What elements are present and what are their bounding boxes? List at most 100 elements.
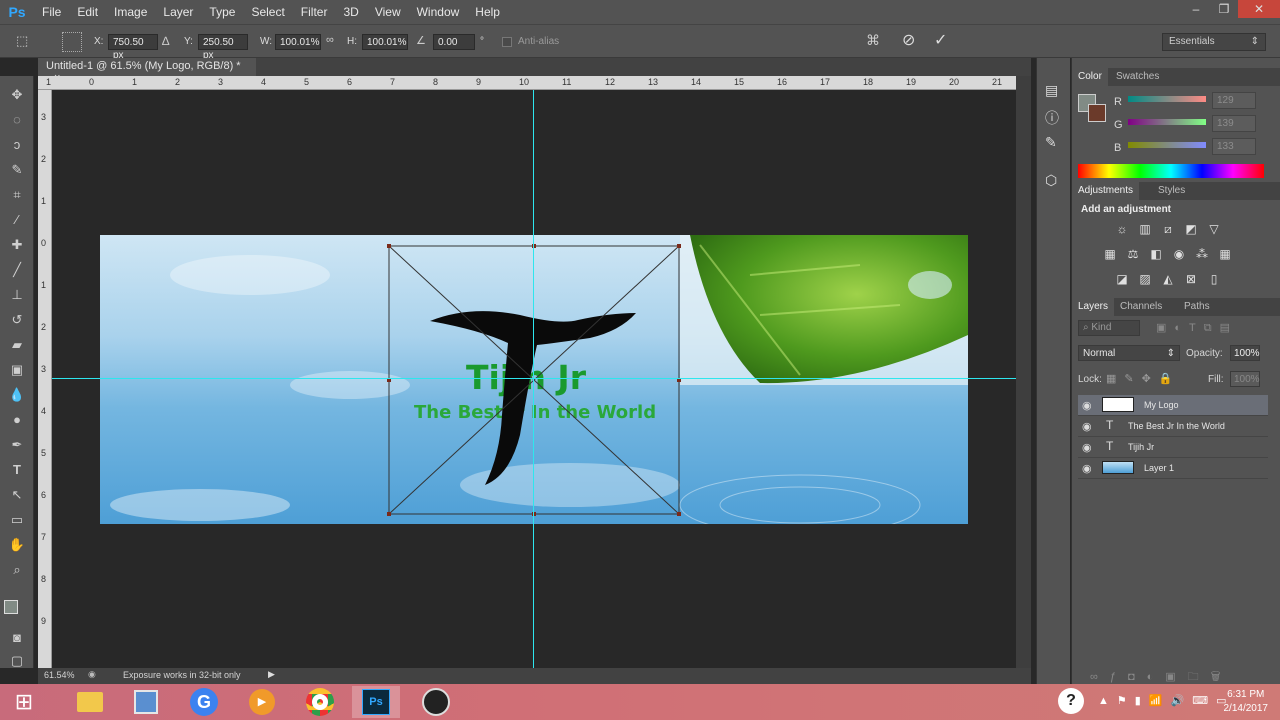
tab-adjustments[interactable]: Adjustments (1072, 182, 1140, 200)
menu-3d[interactable]: 3D (335, 0, 366, 24)
x-field[interactable]: 750.50 px (108, 34, 158, 61)
menu-view[interactable]: View (367, 0, 409, 24)
dodge-tool-icon[interactable]: ● (7, 411, 27, 429)
color-lookup-icon[interactable]: ▦ (1217, 247, 1233, 261)
move-tool-icon[interactable]: ✥ (7, 86, 27, 104)
commit-transform-icon[interactable]: ✓ (934, 30, 947, 50)
channel-b-slider[interactable] (1128, 142, 1206, 148)
threshold-icon[interactable]: ◭ (1160, 272, 1176, 286)
y-field[interactable]: 250.50 px (198, 34, 248, 61)
blend-mode-select[interactable]: Normal ⇕ (1078, 345, 1180, 361)
menu-layer[interactable]: Layer (155, 0, 201, 24)
3d-panel-icon[interactable]: ⬡ (1045, 172, 1057, 189)
color-balance-icon[interactable]: ⚖ (1125, 247, 1141, 261)
help-icon[interactable]: ? (1058, 688, 1084, 714)
brush-tool-icon[interactable]: ╱ (7, 261, 27, 279)
menu-type[interactable]: Type (201, 0, 243, 24)
history-panel-icon[interactable]: ▤ (1045, 82, 1058, 99)
layer-row-title[interactable]: ◉ T Tijih Jr (1078, 437, 1268, 458)
marquee-tool-icon[interactable]: ◌ (7, 111, 27, 129)
restore-button[interactable]: ❐ (1210, 0, 1238, 18)
channel-r-value[interactable]: 129 (1212, 92, 1256, 109)
tab-color[interactable]: Color (1072, 68, 1108, 86)
transform-tool-icon[interactable]: ⬚ (16, 33, 28, 49)
eye-icon[interactable]: ◉ (1082, 420, 1092, 433)
width-field[interactable]: 100.01% (275, 34, 321, 50)
black-white-icon[interactable]: ◧ (1148, 247, 1164, 261)
tab-paths[interactable]: Paths (1178, 298, 1216, 316)
workspace-select[interactable]: Essentials ⇕ (1162, 33, 1266, 51)
channel-r-slider[interactable] (1128, 96, 1206, 102)
pen-tool-icon[interactable]: ✒ (7, 436, 27, 454)
canvas-scrollbar[interactable] (1016, 76, 1031, 668)
info-panel-icon[interactable]: ⓘ (1045, 108, 1059, 128)
close-button[interactable]: ✕ (1238, 0, 1280, 18)
channel-mixer-icon[interactable]: ⁂ (1194, 247, 1210, 261)
height-field[interactable]: 100.01% (362, 34, 408, 50)
brush-panel-icon[interactable]: ✎ (1045, 134, 1057, 151)
status-arrow-icon[interactable]: ▶ (268, 669, 275, 680)
lasso-tool-icon[interactable]: ↄ (7, 136, 27, 154)
tab-swatches[interactable]: Swatches (1110, 68, 1165, 86)
gradient-tool-icon[interactable]: ▣ (7, 361, 27, 379)
eraser-tool-icon[interactable]: ▰ (7, 336, 27, 354)
google-icon[interactable]: G (180, 686, 228, 718)
minimize-button[interactable]: – (1182, 0, 1210, 18)
layer-filter-icons[interactable]: ▣◐T⧉▤ (1156, 321, 1238, 335)
color-spectrum-ramp[interactable] (1078, 164, 1264, 178)
eye-icon[interactable]: ◉ (1082, 441, 1092, 454)
eye-icon[interactable]: ◉ (1082, 462, 1092, 475)
lock-icons[interactable]: ▦✎✥🔒 (1106, 372, 1181, 385)
cancel-transform-icon[interactable]: ⊘ (902, 30, 915, 50)
antialias-checkbox[interactable] (502, 37, 512, 47)
status-info-icon[interactable]: ◉ (88, 669, 96, 680)
color-background-swatch[interactable] (1088, 104, 1106, 122)
blur-tool-icon[interactable]: 💧 (7, 386, 27, 404)
menu-select[interactable]: Select (243, 0, 292, 24)
selective-color-icon[interactable]: ▯ (1206, 272, 1222, 286)
quick-select-tool-icon[interactable]: ✎ (7, 161, 27, 179)
document-tab[interactable]: Untitled-1 @ 61.5% (My Logo, RGB/8) * × (38, 58, 256, 84)
tab-channels[interactable]: Channels (1114, 298, 1168, 316)
layer-row-layer-1[interactable]: ◉ Layer 1 (1078, 458, 1268, 479)
shape-tool-icon[interactable]: ▭ (7, 511, 27, 529)
hand-tool-icon[interactable]: ✋ (7, 536, 27, 554)
menu-filter[interactable]: Filter (293, 0, 336, 24)
document-canvas[interactable]: Tijih Jr The Best Jr In the World (100, 235, 968, 524)
start-button[interactable]: ⊞ (0, 686, 48, 718)
delta-icon[interactable]: ∆ (162, 34, 169, 48)
history-brush-tool-icon[interactable]: ↺ (7, 311, 27, 329)
obs-icon[interactable] (412, 686, 460, 718)
link-icon[interactable]: ∞ (326, 34, 334, 46)
fill-field[interactable]: 100% (1230, 371, 1260, 387)
channel-g-value[interactable]: 139 (1212, 115, 1256, 132)
media-player-icon[interactable]: ▶ (238, 686, 286, 718)
type-tool-icon[interactable]: T (7, 461, 27, 479)
eyedropper-tool-icon[interactable]: ⁄ (7, 211, 27, 229)
menu-window[interactable]: Window (409, 0, 468, 24)
zoom-level[interactable]: 61.54% (44, 670, 75, 680)
menu-image[interactable]: Image (106, 0, 155, 24)
layer-filter-select[interactable]: ⌕ Kind (1078, 320, 1140, 336)
opacity-field[interactable]: 100% (1230, 345, 1260, 361)
menu-file[interactable]: File (34, 0, 69, 24)
reference-point-icon[interactable] (62, 32, 82, 52)
warp-icon[interactable]: ⌘ (866, 32, 880, 49)
photoshop-taskbar-icon[interactable]: Ps (352, 686, 400, 718)
quick-mask-icon[interactable]: ◙ (7, 629, 27, 647)
tab-layers[interactable]: Layers (1072, 298, 1115, 316)
tab-styles[interactable]: Styles (1152, 182, 1191, 200)
system-tray-icons[interactable]: ▲⚑▮📶🔊⌨▭ (1098, 694, 1234, 707)
screen-mode-icon[interactable]: ▢ (7, 652, 27, 670)
healing-tool-icon[interactable]: ✚ (7, 236, 27, 254)
chrome-icon[interactable] (296, 686, 344, 718)
logo-layer[interactable] (100, 235, 968, 524)
layer-row-my-logo[interactable]: ◉ My Logo (1078, 395, 1268, 416)
invert-icon[interactable]: ◪ (1114, 272, 1130, 286)
channel-g-slider[interactable] (1128, 119, 1206, 125)
taskbar-clock[interactable]: 6:31 PM 2/14/2017 (1224, 688, 1269, 716)
exposure-icon[interactable]: ◩ (1183, 222, 1199, 236)
file-explorer-icon[interactable] (66, 686, 114, 718)
brightness-icon[interactable]: ☼ (1114, 222, 1130, 236)
zoom-tool-icon[interactable]: ⌕ (7, 561, 27, 579)
